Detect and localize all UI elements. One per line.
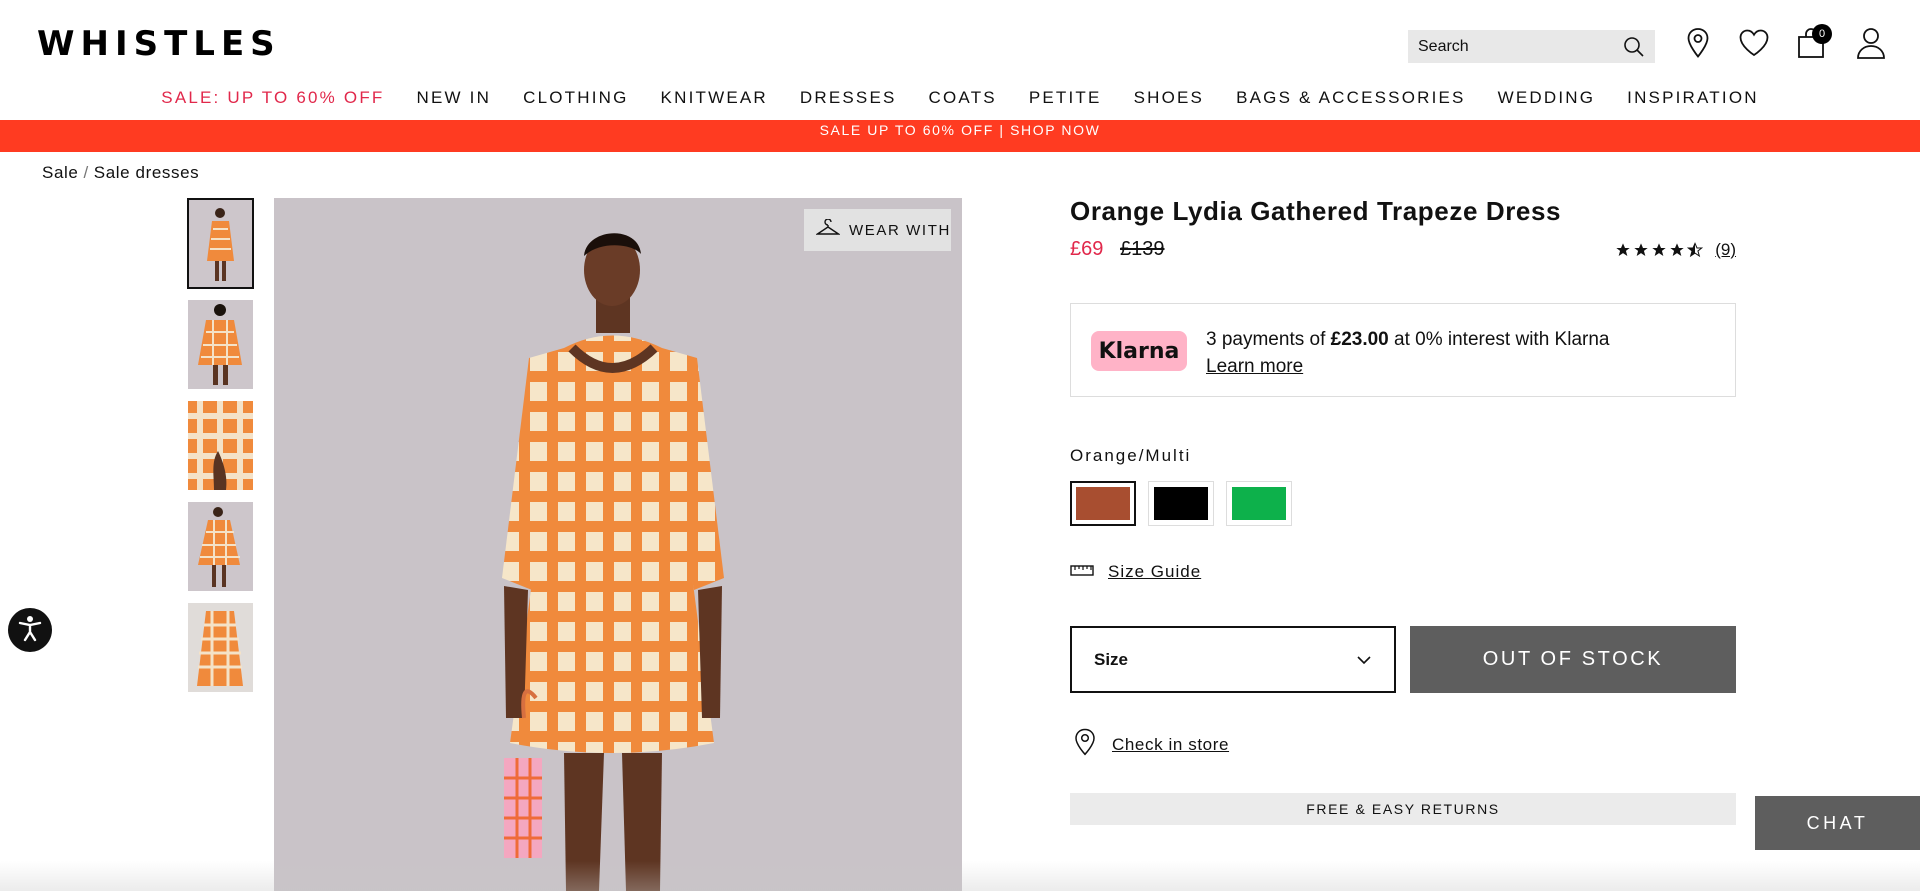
breadcrumb-separator: / bbox=[83, 163, 89, 182]
star-rating-icons bbox=[1615, 242, 1704, 258]
free-returns-banner: FREE & EASY RETURNS bbox=[1070, 793, 1736, 825]
nav-item-bags-accessories[interactable]: BAGS & ACCESSORIES bbox=[1236, 88, 1466, 108]
site-header: WHISTLES 0 SALE: UP TO 60% OFF NEW IN CL… bbox=[0, 0, 1920, 120]
thumbnail-image[interactable] bbox=[188, 401, 253, 490]
original-price: £139 bbox=[1120, 238, 1165, 260]
nav-item-new-in[interactable]: NEW IN bbox=[417, 88, 492, 108]
colour-swatch-orange[interactable] bbox=[1070, 481, 1136, 526]
nav-item-coats[interactable]: COATS bbox=[929, 88, 997, 108]
klarna-panel: Klarna 3 payments of £23.00 at 0% intere… bbox=[1070, 303, 1736, 397]
thumbnail-image[interactable] bbox=[188, 300, 253, 389]
colour-swatches bbox=[1070, 481, 1292, 526]
breadcrumb-item-sale[interactable]: Sale bbox=[42, 163, 78, 182]
thumbnail-image[interactable] bbox=[187, 198, 254, 289]
nav-item-inspiration[interactable]: INSPIRATION bbox=[1627, 88, 1759, 108]
hanger-icon bbox=[815, 218, 849, 241]
thumbnail-image[interactable] bbox=[188, 603, 253, 692]
search-input[interactable] bbox=[1418, 37, 1618, 56]
breadcrumb-item-sale-dresses[interactable]: Sale dresses bbox=[94, 163, 199, 182]
search-icon[interactable] bbox=[1623, 36, 1645, 63]
wishlist-heart-icon[interactable] bbox=[1737, 26, 1769, 60]
main-navigation: SALE: UP TO 60% OFF NEW IN CLOTHING KNIT… bbox=[0, 88, 1920, 108]
out-of-stock-button[interactable]: OUT OF STOCK bbox=[1410, 626, 1736, 693]
nav-item-wedding[interactable]: WEDDING bbox=[1498, 88, 1596, 108]
store-locator-icon[interactable] bbox=[1682, 26, 1714, 60]
shopping-bag-icon[interactable]: 0 bbox=[1796, 24, 1832, 60]
thumbnail-image[interactable] bbox=[188, 502, 253, 591]
nav-item-shoes[interactable]: SHOES bbox=[1134, 88, 1205, 108]
ruler-icon bbox=[1070, 562, 1094, 582]
klarna-amount: £23.00 bbox=[1330, 329, 1389, 350]
product-rating[interactable]: (9) bbox=[1615, 240, 1736, 260]
wear-with-label: WEAR WITH bbox=[849, 221, 951, 239]
nav-item-knitwear[interactable]: KNITWEAR bbox=[661, 88, 768, 108]
sale-price: £69 bbox=[1070, 238, 1104, 260]
location-pin-icon bbox=[1074, 728, 1096, 761]
size-select[interactable]: Size bbox=[1070, 626, 1396, 693]
nav-item-dresses[interactable]: DRESSES bbox=[800, 88, 897, 108]
nav-item-clothing[interactable]: CLOTHING bbox=[523, 88, 628, 108]
product-main-image[interactable] bbox=[274, 198, 962, 891]
size-select-label: Size bbox=[1094, 649, 1129, 669]
size-guide: Size Guide bbox=[1070, 562, 1201, 582]
klarna-prefix: 3 payments of bbox=[1206, 329, 1331, 350]
search-box[interactable] bbox=[1408, 30, 1655, 63]
check-in-store-link[interactable]: Check in store bbox=[1112, 735, 1229, 755]
klarna-message: 3 payments of £23.00 at 0% interest with… bbox=[1206, 326, 1609, 380]
check-in-store: Check in store bbox=[1074, 728, 1229, 761]
colour-label: Orange/Multi bbox=[1070, 446, 1192, 465]
wear-with-button[interactable]: WEAR WITH bbox=[804, 209, 951, 251]
colour-swatch-green[interactable] bbox=[1226, 481, 1292, 526]
klarna-learn-more-link[interactable]: Learn more bbox=[1206, 353, 1609, 380]
account-user-icon[interactable] bbox=[1855, 26, 1887, 60]
brand-logo[interactable]: WHISTLES bbox=[37, 24, 281, 64]
nav-item-sale[interactable]: SALE: UP TO 60% OFF bbox=[161, 88, 384, 108]
size-guide-link[interactable]: Size Guide bbox=[1108, 562, 1201, 582]
review-count[interactable]: (9) bbox=[1715, 240, 1736, 260]
breadcrumb: Sale / Sale dresses bbox=[42, 163, 199, 183]
product-title: Orange Lydia Gathered Trapeze Dress bbox=[1070, 196, 1562, 226]
accessibility-button[interactable] bbox=[8, 608, 52, 652]
promo-banner[interactable]: SALE UP TO 60% OFF | SHOP NOW bbox=[0, 120, 1920, 152]
bag-count-badge: 0 bbox=[1812, 24, 1832, 44]
chat-button[interactable]: CHAT bbox=[1755, 796, 1920, 850]
chevron-down-icon bbox=[1356, 650, 1372, 670]
nav-item-petite[interactable]: PETITE bbox=[1029, 88, 1102, 108]
klarna-logo: Klarna bbox=[1091, 331, 1187, 371]
gallery-thumbnails bbox=[187, 198, 254, 704]
colour-swatch-black[interactable] bbox=[1148, 481, 1214, 526]
klarna-suffix: at 0% interest with Klarna bbox=[1388, 329, 1610, 350]
accessibility-icon bbox=[15, 613, 45, 648]
